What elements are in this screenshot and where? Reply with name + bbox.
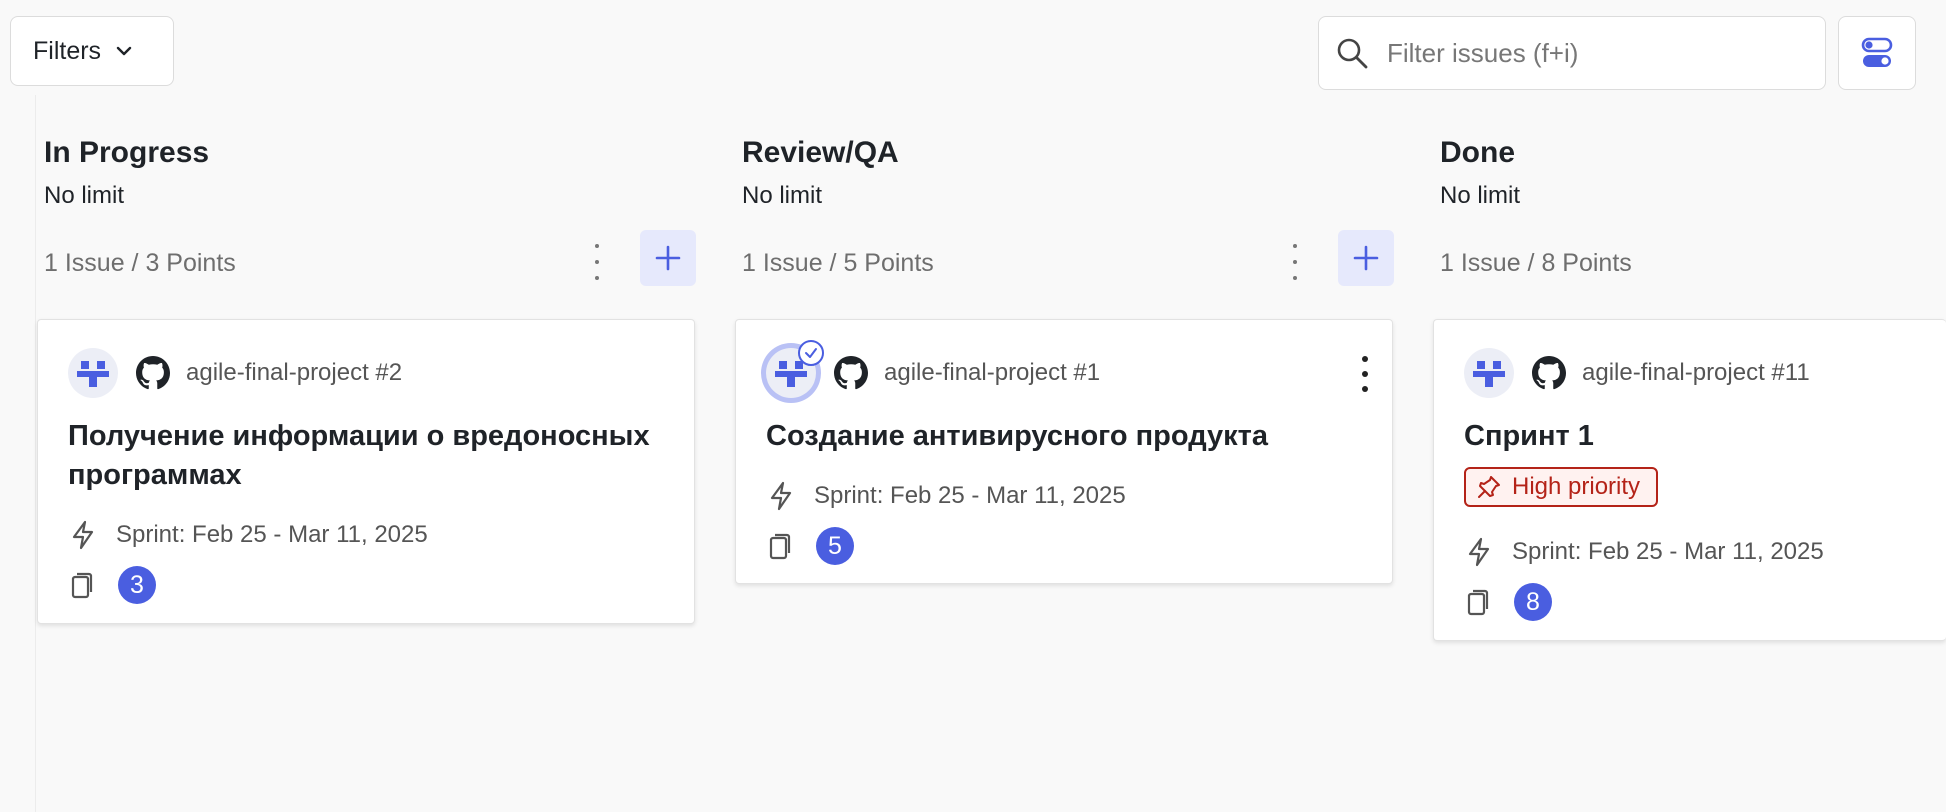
add-issue-button[interactable] bbox=[1338, 230, 1394, 286]
points-row: 3 bbox=[70, 566, 156, 604]
cards-icon bbox=[1466, 587, 1492, 617]
issue-title: Получение информации о вредоносных прогр… bbox=[68, 420, 650, 491]
column-stats: 1 Issue / 3 Points bbox=[44, 249, 236, 277]
github-icon bbox=[834, 356, 868, 390]
issue-reference[interactable]: agile-final-project #11 bbox=[1582, 359, 1810, 387]
story-points-badge: 3 bbox=[118, 566, 156, 604]
sprint-row: Sprint: Feb 25 - Mar 11, 2025 bbox=[768, 481, 1126, 511]
cards-icon bbox=[70, 570, 96, 600]
column-title: Done bbox=[1440, 136, 1515, 169]
plus-icon bbox=[1352, 244, 1380, 272]
issue-card[interactable]: agile-final-project #1 Создание антивиру… bbox=[735, 319, 1393, 584]
github-icon bbox=[136, 356, 170, 390]
column-stats: 1 Issue / 8 Points bbox=[1440, 249, 1632, 277]
identicon-icon bbox=[1473, 361, 1505, 387]
identicon-icon bbox=[77, 361, 109, 387]
sprint-row: Sprint: Feb 25 - Mar 11, 2025 bbox=[70, 520, 428, 550]
column-stats: 1 Issue / 5 Points bbox=[742, 249, 934, 277]
column-menu-button[interactable] bbox=[589, 244, 605, 280]
column-limit: No limit bbox=[742, 182, 823, 209]
github-icon bbox=[1532, 356, 1566, 390]
card-menu-button[interactable] bbox=[1360, 356, 1370, 392]
cards-icon bbox=[768, 531, 794, 561]
filters-label: Filters bbox=[33, 36, 102, 65]
search-box[interactable] bbox=[1318, 16, 1826, 90]
card-header: agile-final-project #2 bbox=[68, 348, 402, 398]
sprint-label: Sprint: Feb 25 - Mar 11, 2025 bbox=[1512, 538, 1824, 565]
add-issue-button[interactable] bbox=[640, 230, 696, 286]
card-header: agile-final-project #11 bbox=[1464, 348, 1810, 398]
card-header: agile-final-project #1 bbox=[766, 340, 1100, 398]
issue-card[interactable]: agile-final-project #2 Получение информа… bbox=[37, 319, 695, 624]
sprint-label: Sprint: Feb 25 - Mar 11, 2025 bbox=[116, 521, 428, 548]
avatar[interactable] bbox=[1464, 348, 1514, 398]
board-divider bbox=[35, 95, 36, 812]
column-menu-button[interactable] bbox=[1287, 244, 1303, 280]
column-title: Review/QA bbox=[742, 136, 899, 169]
sprint-label: Sprint: Feb 25 - Mar 11, 2025 bbox=[814, 482, 1126, 509]
column-limit: No limit bbox=[1440, 182, 1521, 209]
issue-title: Спринт 1 bbox=[1464, 420, 1594, 452]
lightning-icon bbox=[70, 520, 96, 550]
search-input[interactable] bbox=[1385, 36, 1809, 70]
lightning-icon bbox=[1466, 537, 1492, 567]
column-limit: No limit bbox=[44, 182, 125, 209]
story-points-badge: 8 bbox=[1514, 583, 1552, 621]
issue-card[interactable]: agile-final-project #11 Спринт 1 High pr… bbox=[1433, 319, 1946, 641]
check-icon bbox=[798, 340, 824, 366]
pin-icon bbox=[1476, 474, 1502, 500]
plus-icon bbox=[654, 244, 682, 272]
issue-reference[interactable]: agile-final-project #1 bbox=[884, 359, 1100, 387]
column-title: In Progress bbox=[44, 136, 210, 169]
issue-reference[interactable]: agile-final-project #2 bbox=[186, 359, 402, 387]
priority-text: High priority bbox=[1512, 473, 1641, 500]
points-row: 8 bbox=[1466, 583, 1552, 621]
priority-label[interactable]: High priority bbox=[1464, 467, 1659, 507]
filters-button[interactable]: Filters bbox=[10, 16, 174, 86]
story-points-badge: 5 bbox=[816, 527, 854, 565]
points-row: 5 bbox=[768, 527, 854, 565]
chevron-down-icon bbox=[115, 45, 133, 57]
avatar[interactable] bbox=[766, 340, 824, 398]
display-options-button[interactable] bbox=[1838, 16, 1916, 90]
issue-title: Создание антивирусного продукта bbox=[766, 420, 1268, 452]
toggle-settings-icon bbox=[1861, 37, 1893, 69]
sprint-row: Sprint: Feb 25 - Mar 11, 2025 bbox=[1466, 537, 1824, 567]
search-icon bbox=[1335, 36, 1369, 70]
avatar[interactable] bbox=[68, 348, 118, 398]
lightning-icon bbox=[768, 481, 794, 511]
